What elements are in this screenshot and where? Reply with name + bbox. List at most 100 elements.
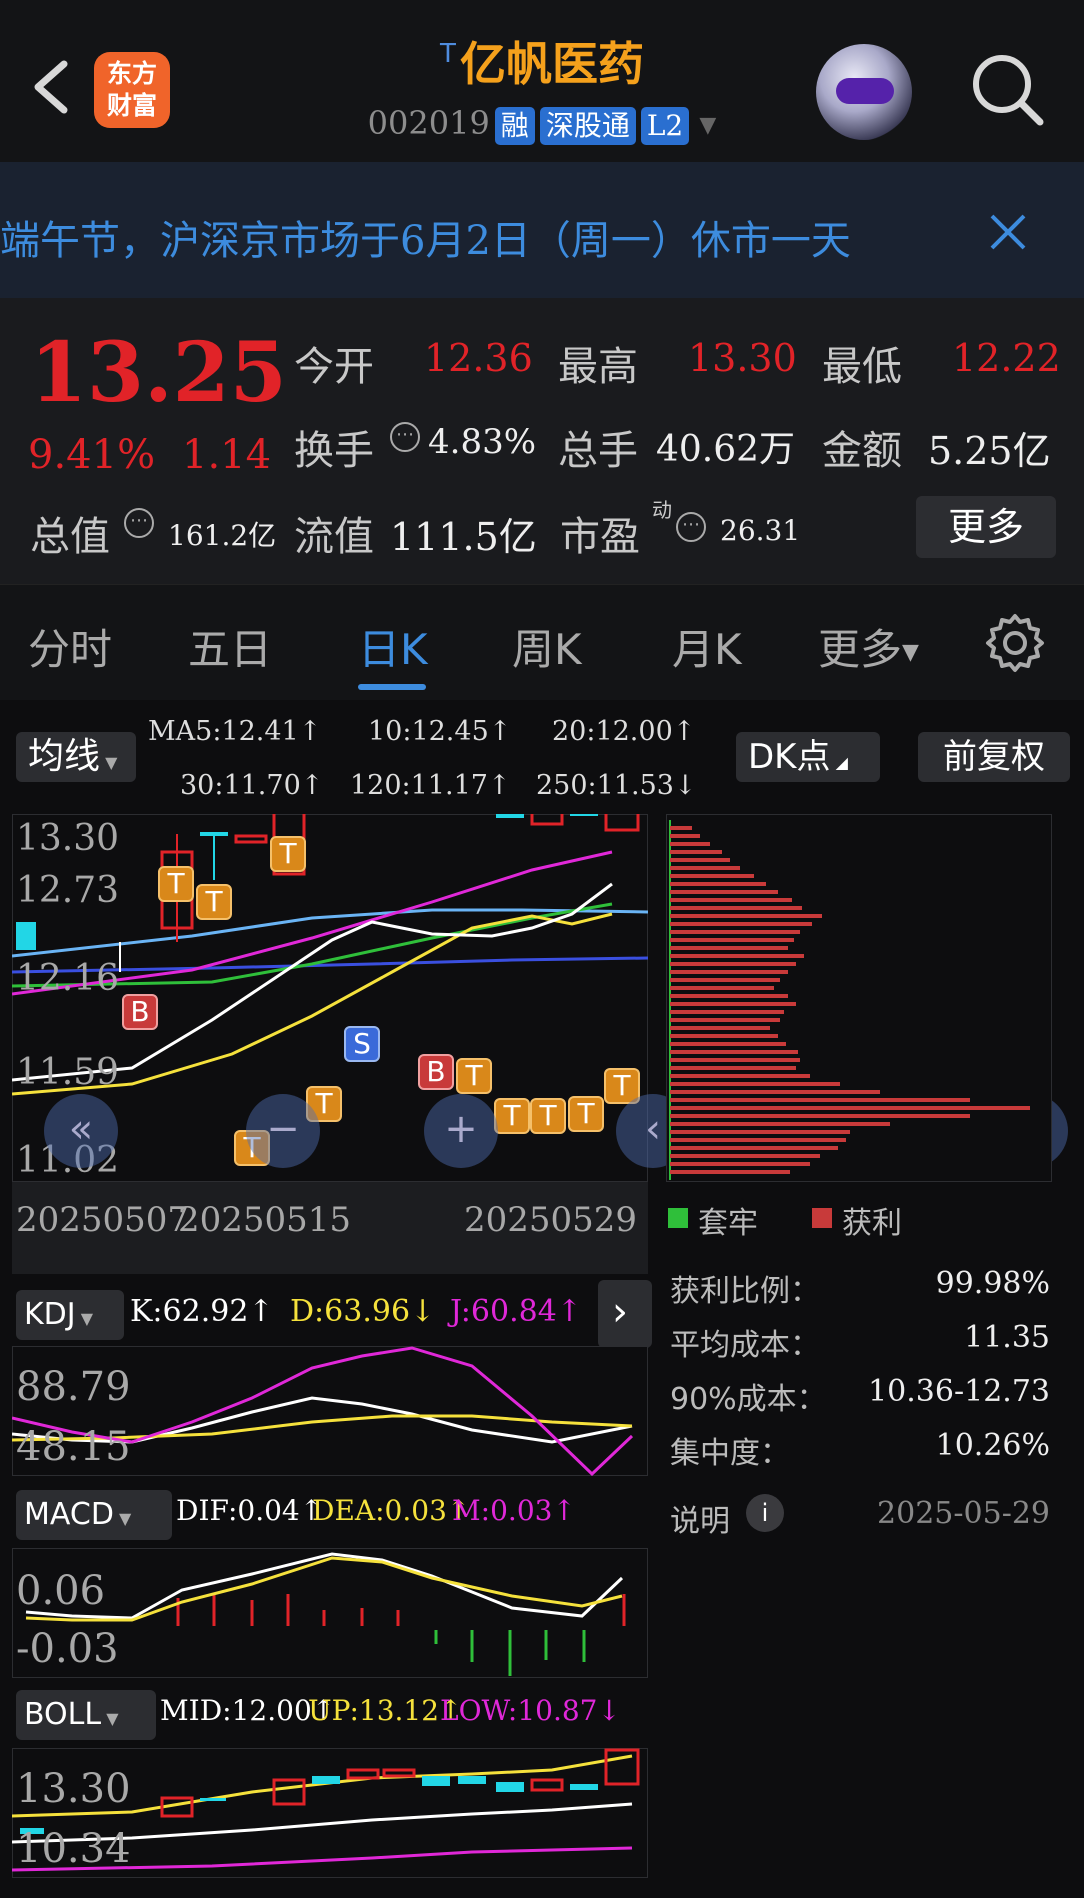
macd-dea: DEA:0.03↑ [312,1494,471,1527]
t-marker[interactable]: T [456,1058,492,1094]
dk-point-button[interactable]: DK点 ◢ [736,732,880,782]
turnover-value: 4.83% [428,422,537,462]
corner-caret-icon: ◢ [830,753,848,772]
chip-distribution-chart [669,820,1030,1180]
trapped-swatch [668,1208,688,1228]
last-price: 13.25 [30,325,287,421]
explain-label[interactable]: 说明 [670,1496,730,1540]
kdj-d: D:63.96↓ [290,1294,436,1329]
profit-legend: 获利 [842,1206,902,1241]
caret-down-icon: ▼ [113,1509,132,1528]
info-icon[interactable]: i [746,1494,784,1532]
tab-weekly-k[interactable]: 周K [512,616,582,677]
boll-axis-bottom: 10.34 [16,1826,131,1872]
chip-date: 2025-05-29 [877,1496,1050,1531]
boll-label: BOLL [24,1697,102,1732]
pe-value: 26.31 [720,514,801,547]
zoom-in-icon[interactable]: + [424,1094,498,1168]
price-axis-3: 12.16 [16,958,120,999]
date-axis-3: 20250529 [464,1200,638,1240]
volume-value: 40.62万 [656,429,796,470]
turnover-info-icon[interactable]: ⋯ [390,422,420,452]
expand-arrow-icon[interactable]: › [598,1280,652,1348]
tag-l2: L2 [640,106,690,145]
zoom-out-icon[interactable]: − [246,1094,320,1168]
change-amount: 1.14 [182,432,272,478]
profit-swatch [812,1208,832,1228]
chip-label-concentration: 集中度： [670,1436,790,1471]
ma5-label: MA5:12.41↑ [148,716,322,747]
caret-down-icon: ▼ [101,1709,119,1728]
close-icon[interactable] [984,208,1032,256]
tab-five-day[interactable]: 五日 [188,616,272,677]
price-axis-4: 11.59 [16,1052,120,1093]
chip-value-profit-ratio: 99.98% [935,1266,1050,1301]
mktcap-label: 总值 [30,514,110,560]
stock-code-line[interactable]: 002019 融深股通 L2 ▼ [0,104,1084,145]
adjust-button[interactable]: 前复权 [918,732,1070,782]
chip-label-avg-cost: 平均成本： [670,1328,820,1363]
chip-value-avg-cost: 11.35 [964,1320,1050,1355]
ma120-label: 120:11.17↑ [350,770,511,801]
robot-visor-icon [836,78,894,104]
ma20-label: 20:12.00↑ [552,716,696,747]
candle [570,814,598,816]
tab-intraday[interactable]: 分时 [28,616,112,677]
notice-text: 端午节，沪深京市场于6月2日（周一）休市一天 [0,218,851,264]
low-value: 12.22 [952,336,1061,380]
more-quote-button[interactable]: 更多 [916,496,1056,558]
candle [234,834,268,844]
tab-monthly-k[interactable]: 月K [672,616,742,677]
kdj-label: KDJ [24,1297,76,1332]
macd-green-bars [434,1630,586,1676]
open-label: 今开 [294,344,374,390]
pe-label: 市盈 [560,514,640,560]
stock-code: 002019 [367,104,490,142]
sell-marker[interactable]: S [344,1026,380,1062]
notice-banner[interactable]: 端午节，沪深京市场于6月2日（周一）休市一天 [0,162,1084,298]
kdj-j: J:60.84↑ [450,1294,582,1329]
search-icon[interactable] [968,50,1048,130]
float-label: 流值 [294,514,374,560]
float-value: 111.5亿 [390,515,537,559]
macd-axis-top: 0.06 [16,1568,106,1614]
t-marker[interactable]: T [158,866,194,902]
price-axis-1: 13.30 [16,818,120,859]
boll-low: LOW:10.87↓ [440,1694,621,1727]
t-marker[interactable]: T [568,1096,604,1132]
buy-marker[interactable]: B [122,994,158,1030]
tab-daily-k[interactable]: 日K [358,616,428,677]
ma30-label: 30:11.70↑ [180,770,324,801]
high-value: 13.30 [688,336,797,380]
active-tab-indicator [358,684,426,690]
title-mark: T [440,39,456,69]
caret-down-icon: ▼ [902,640,919,665]
date-axis-2: 20250515 [178,1200,352,1240]
chip-bars [670,826,1030,1174]
mktcap-info-icon[interactable]: ⋯ [124,508,154,538]
macd-dif-line [25,1552,624,1620]
trapped-legend: 套牢 [698,1206,758,1241]
tab-more[interactable]: 更多▼ [818,616,919,677]
macd-selector[interactable]: MACD ▼ [16,1490,172,1540]
candle [200,832,228,836]
buy-marker[interactable]: B [418,1054,454,1090]
turnover-label: 换手 [294,428,374,474]
kdj-selector[interactable]: KDJ ▼ [16,1290,124,1340]
ma-selector-label: 均线 [28,736,101,777]
t-marker[interactable]: T [494,1098,530,1134]
stock-title[interactable]: T亿帆医药 [0,28,1084,94]
kdj-axis-top: 88.79 [16,1364,131,1410]
t-marker[interactable]: T [530,1098,566,1134]
t-marker[interactable]: T [196,884,232,920]
boll-selector[interactable]: BOLL ▼ [16,1690,156,1740]
pe-info-icon[interactable]: ⋯ [676,512,706,542]
boll-axis-top: 13.30 [16,1766,131,1812]
change-percent: 9.41% [28,432,156,478]
t-marker[interactable]: T [270,836,306,872]
tab-more-label: 更多 [818,625,903,674]
gear-icon[interactable] [984,612,1046,674]
scroll-left-fast-icon[interactable]: « [44,1094,118,1168]
stock-name: 亿帆医药 [459,37,644,91]
ma-selector[interactable]: 均线 ▼ [16,732,136,782]
